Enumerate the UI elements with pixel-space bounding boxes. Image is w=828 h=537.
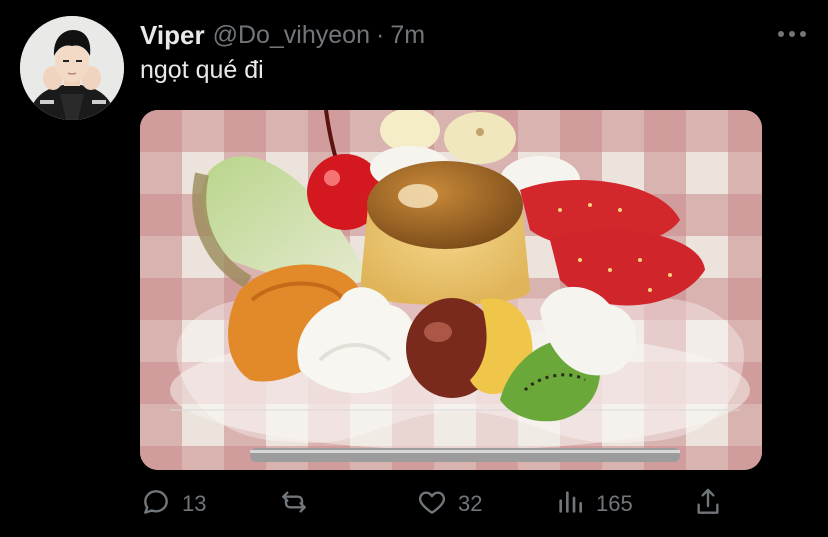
like-icon	[416, 486, 448, 523]
author-name[interactable]: Viper	[140, 20, 205, 51]
tweet-text: ngọt qué đi	[140, 56, 264, 84]
author-handle[interactable]: @Do_vihyeon	[213, 21, 370, 50]
reply-button[interactable]: 13	[140, 484, 206, 524]
tweet-header: Viper @Do_vihyeon · 7m	[140, 18, 808, 52]
like-button[interactable]: 32	[416, 484, 482, 524]
like-count: 32	[458, 491, 483, 516]
reply-count: 13	[182, 491, 207, 516]
avatar[interactable]	[20, 16, 124, 120]
reply-icon	[140, 486, 172, 523]
more-icon[interactable]	[778, 24, 806, 44]
retweet-button[interactable]	[278, 484, 310, 524]
views-count: 165	[596, 491, 633, 516]
separator-dot: ·	[375, 20, 385, 49]
views-button[interactable]: 165	[554, 484, 633, 524]
tweet-image[interactable]	[140, 110, 762, 470]
tweet-actions: 13 32 165	[140, 484, 740, 524]
views-icon	[554, 486, 586, 523]
retweet-icon	[278, 486, 310, 523]
share-icon	[692, 486, 724, 523]
share-button[interactable]	[692, 484, 724, 524]
timestamp[interactable]: 7m	[390, 21, 425, 50]
tweet: Viper @Do_vihyeon · 7m ngọt qué đi 13 32…	[0, 0, 828, 537]
